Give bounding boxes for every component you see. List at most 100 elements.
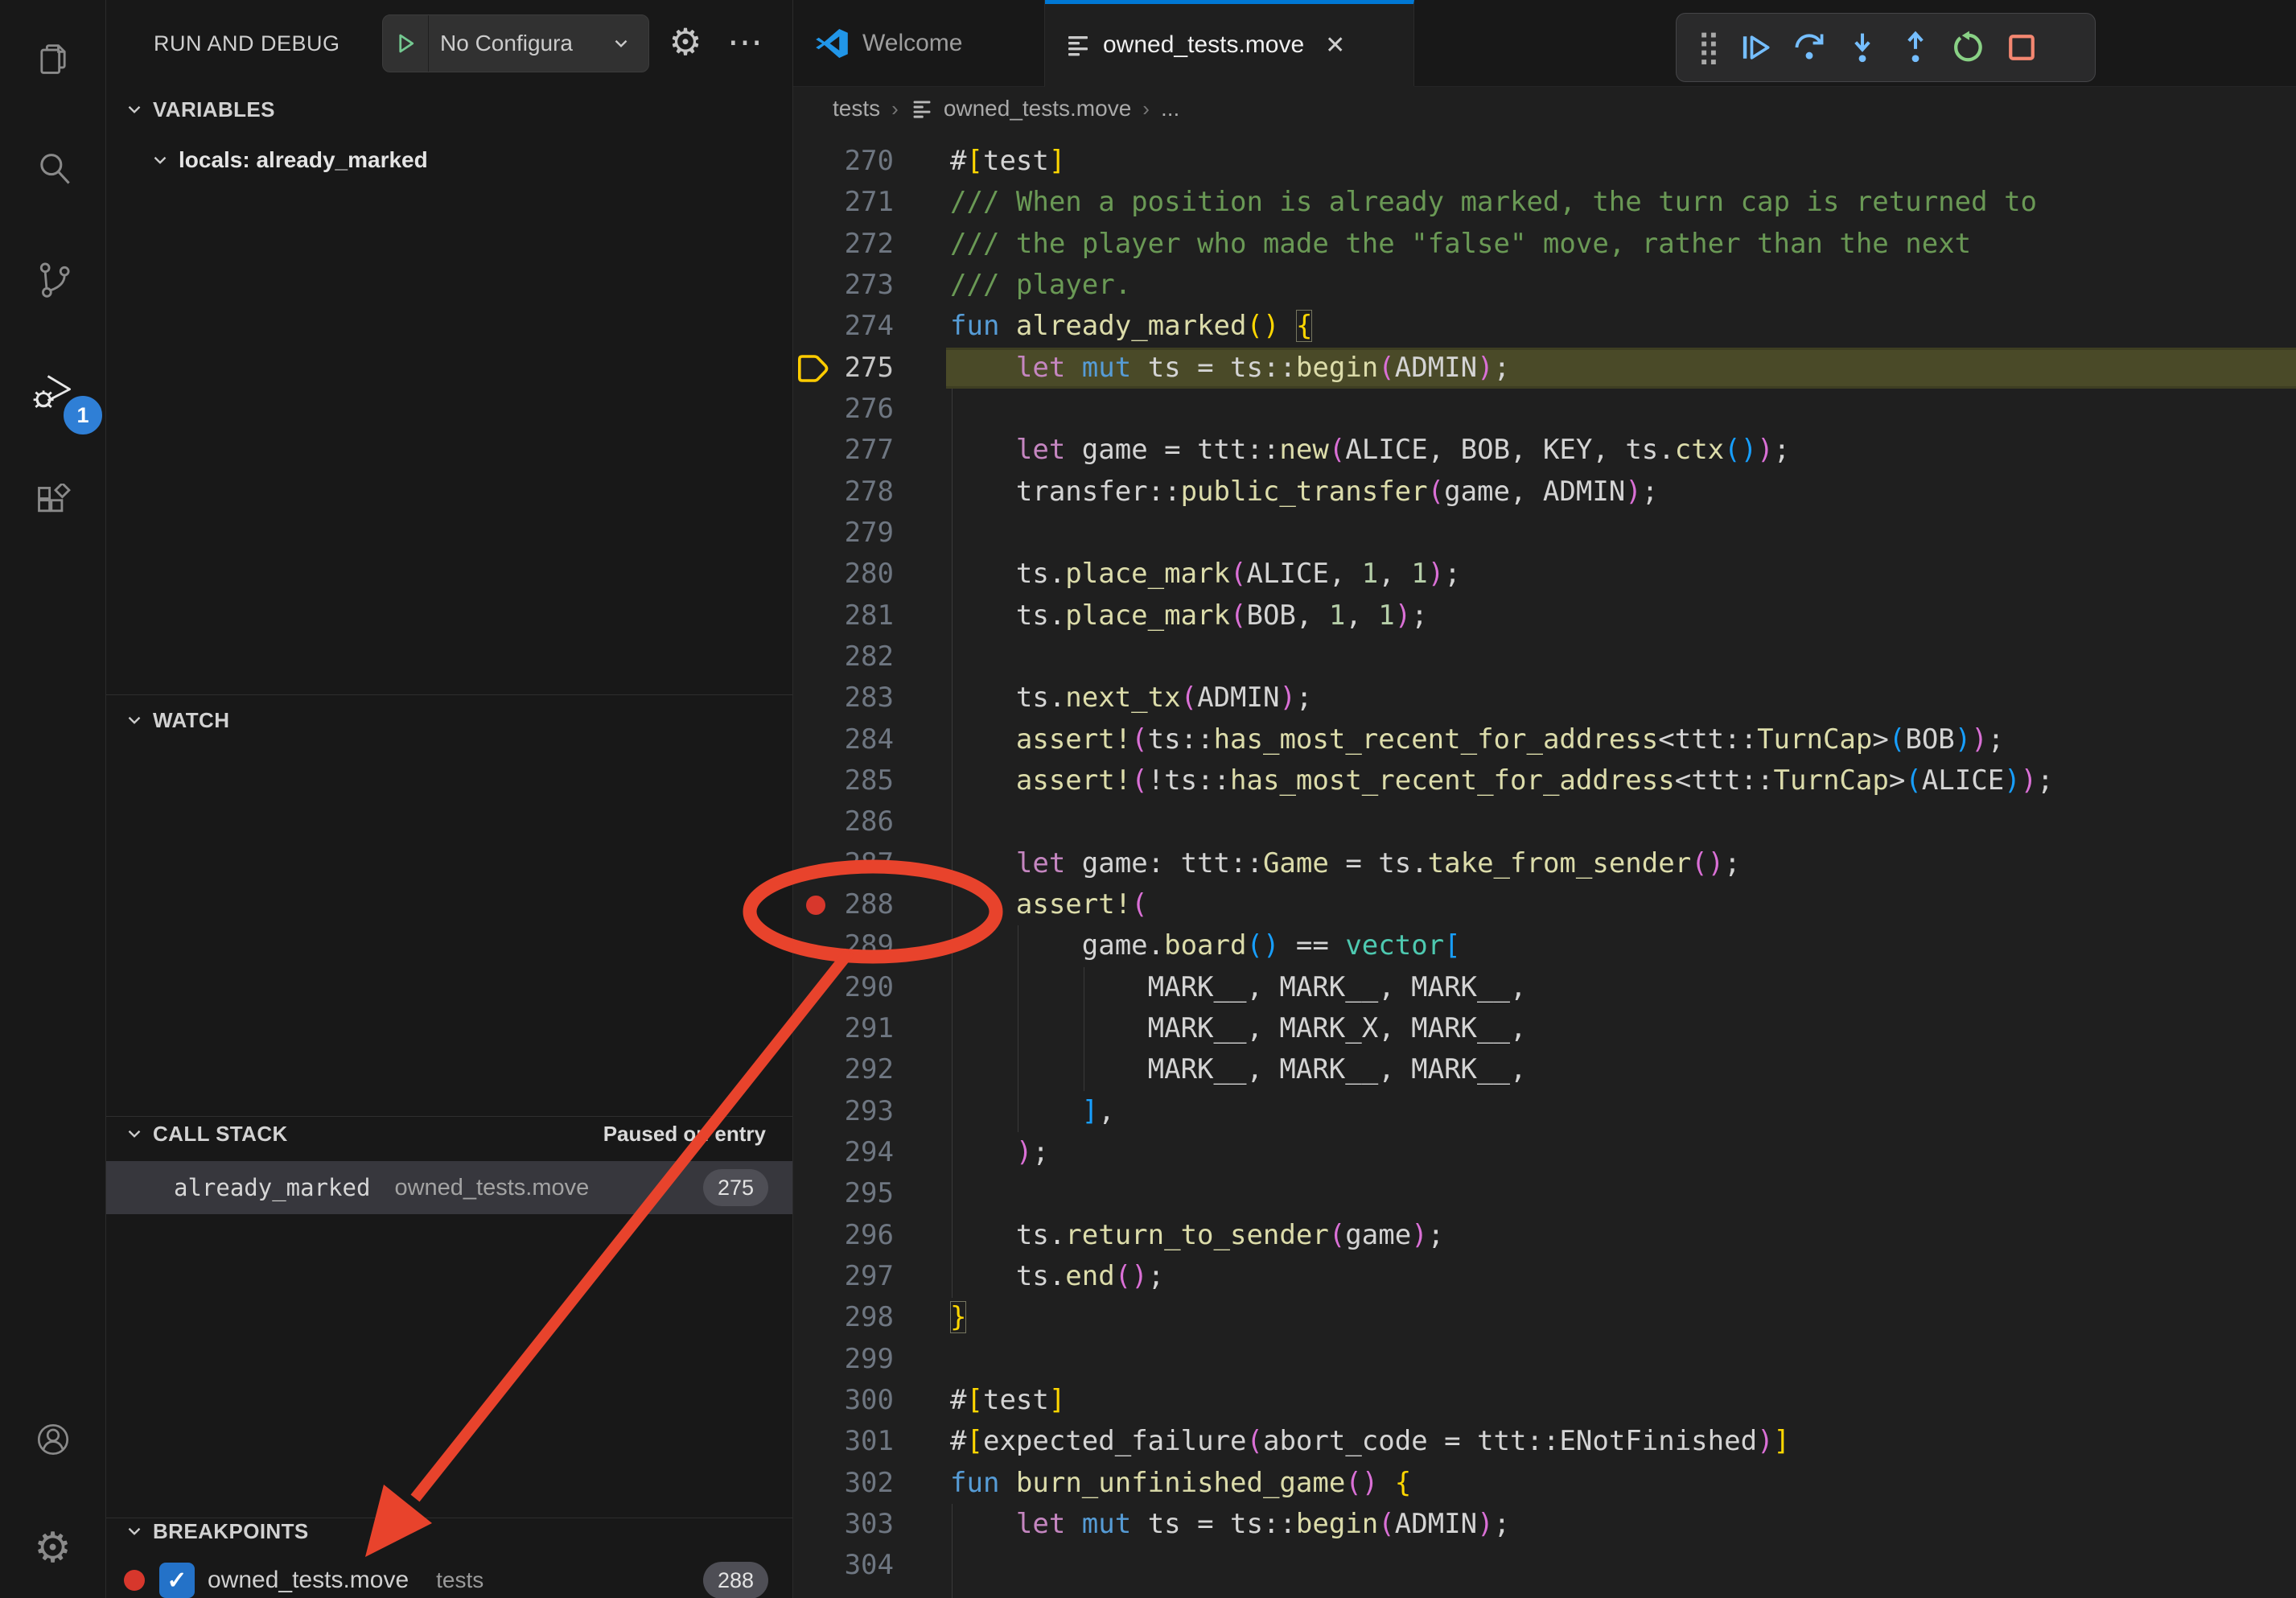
gutter[interactable]: 297: [793, 1256, 946, 1297]
code-line-287[interactable]: 287 let game: ttt::Game = ts.take_from_s…: [793, 843, 2296, 884]
gutter[interactable]: 286: [793, 801, 946, 842]
code-line-301[interactable]: 301#[expected_failure(abort_code = ttt::…: [793, 1421, 2296, 1462]
gutter[interactable]: 277: [793, 430, 946, 471]
step-into-button[interactable]: [1836, 19, 1889, 76]
code-text[interactable]: let game = ttt::new(ALICE, BOB, KEY, ts.…: [946, 430, 2296, 471]
gutter[interactable]: 300: [793, 1380, 946, 1421]
code-line-288[interactable]: 288 assert!(: [793, 884, 2296, 925]
breakpoints-section-header[interactable]: BREAKPOINTS: [106, 1508, 792, 1555]
code-text[interactable]: }: [946, 1297, 2296, 1338]
tab-owned-tests-move[interactable]: owned_tests.move ✕: [1045, 0, 1414, 86]
close-icon[interactable]: ✕: [1325, 31, 1345, 60]
code-line-290[interactable]: 290 MARK__, MARK__, MARK__,: [793, 967, 2296, 1008]
code-line-299[interactable]: 299: [793, 1339, 2296, 1380]
gutter[interactable]: 275: [793, 348, 946, 389]
code-line-272[interactable]: 272/// the player who made the "false" m…: [793, 224, 2296, 265]
code-line-284[interactable]: 284 assert!(ts::has_most_recent_for_addr…: [793, 719, 2296, 760]
code-text[interactable]: ts.place_mark(ALICE, 1, 1);: [946, 554, 2296, 595]
gutter[interactable]: 296: [793, 1215, 946, 1256]
gutter[interactable]: 299: [793, 1339, 946, 1380]
code-line-275[interactable]: 275 let mut ts = ts::begin(ADMIN);: [793, 348, 2296, 389]
gutter[interactable]: 293: [793, 1091, 946, 1132]
gutter[interactable]: 295: [793, 1173, 946, 1214]
code-text[interactable]: MARK__, MARK__, MARK__,: [946, 1049, 2296, 1090]
code-line-295[interactable]: 295: [793, 1173, 2296, 1214]
gutter[interactable]: 281: [793, 595, 946, 636]
step-over-button[interactable]: [1783, 19, 1836, 76]
code-line-303[interactable]: 303 let mut ts = ts::begin(ADMIN);: [793, 1504, 2296, 1545]
code-text[interactable]: [946, 389, 2296, 430]
gutter[interactable]: 298: [793, 1297, 946, 1338]
launch-configuration-button[interactable]: No Configura: [382, 14, 649, 72]
breadcrumb-item-tests[interactable]: tests: [833, 96, 880, 121]
call-stack-section-header[interactable]: CALL STACK Paused on entry: [106, 1110, 792, 1157]
configuration-dropdown[interactable]: No Configura: [429, 31, 609, 56]
code-line-289[interactable]: 289 game.board() == vector[: [793, 925, 2296, 966]
code-line-294[interactable]: 294 );: [793, 1132, 2296, 1173]
code-line-298[interactable]: 298}: [793, 1297, 2296, 1338]
code-line-279[interactable]: 279: [793, 513, 2296, 554]
gutter[interactable]: 288: [793, 884, 946, 925]
code-text[interactable]: /// When a position is already marked, t…: [946, 182, 2296, 223]
gutter[interactable]: 283: [793, 678, 946, 719]
code-text[interactable]: fun burn_unfinished_game() {: [946, 1463, 2296, 1504]
gutter[interactable]: 276: [793, 389, 946, 430]
breadcrumb-item-file[interactable]: owned_tests.move: [944, 96, 1131, 121]
step-out-button[interactable]: [1889, 19, 1942, 76]
code-line-282[interactable]: 282: [793, 636, 2296, 678]
variables-locals-row[interactable]: locals: already_marked: [106, 137, 792, 183]
code-area[interactable]: 270#[test]271/// When a position is alre…: [793, 141, 2296, 1586]
gutter[interactable]: 291: [793, 1008, 946, 1049]
code-text[interactable]: [946, 1339, 2296, 1380]
code-text[interactable]: fun already_marked() {: [946, 306, 2296, 347]
variables-section-header[interactable]: VARIABLES: [106, 86, 792, 133]
code-text[interactable]: MARK__, MARK_X, MARK__,: [946, 1008, 2296, 1049]
code-line-293[interactable]: 293 ],: [793, 1091, 2296, 1132]
code-text[interactable]: let mut ts = ts::begin(ADMIN);: [946, 348, 2296, 389]
gutter[interactable]: 301: [793, 1421, 946, 1462]
settings-gear-icon[interactable]: ⚙: [0, 1509, 105, 1587]
start-debugging-button[interactable]: [383, 15, 429, 72]
gutter[interactable]: 282: [793, 636, 946, 678]
source-control-icon[interactable]: [0, 241, 105, 318]
code-text[interactable]: #[expected_failure(abort_code = ttt::ENo…: [946, 1421, 2296, 1462]
code-text[interactable]: [946, 1545, 2296, 1586]
code-text[interactable]: transfer::public_transfer(game, ADMIN);: [946, 472, 2296, 513]
gutter[interactable]: 287: [793, 843, 946, 884]
code-line-273[interactable]: 273/// player.: [793, 265, 2296, 306]
gutter[interactable]: 303: [793, 1504, 946, 1545]
code-line-271[interactable]: 271/// When a position is already marked…: [793, 182, 2296, 223]
code-text[interactable]: [946, 636, 2296, 678]
code-text[interactable]: let mut ts = ts::begin(ADMIN);: [946, 1504, 2296, 1545]
ellipsis-icon[interactable]: ⋯: [718, 11, 774, 72]
gutter[interactable]: 284: [793, 719, 946, 760]
code-text[interactable]: assert!(ts::has_most_recent_for_address<…: [946, 719, 2296, 760]
code-text[interactable]: );: [946, 1132, 2296, 1173]
gear-icon[interactable]: ⚙: [660, 11, 711, 72]
breakpoint-dot-icon[interactable]: [806, 896, 825, 915]
code-text[interactable]: [946, 801, 2296, 842]
code-line-277[interactable]: 277 let game = ttt::new(ALICE, BOB, KEY,…: [793, 430, 2296, 471]
gutter[interactable]: 292: [793, 1049, 946, 1090]
code-text[interactable]: game.board() == vector[: [946, 925, 2296, 966]
gutter[interactable]: 289: [793, 925, 946, 966]
gutter[interactable]: 304: [793, 1545, 946, 1586]
stop-button[interactable]: [1995, 19, 2048, 76]
code-line-300[interactable]: 300#[test]: [793, 1380, 2296, 1421]
gutter[interactable]: 271: [793, 182, 946, 223]
gutter[interactable]: 290: [793, 967, 946, 1008]
restart-button[interactable]: [1942, 19, 1995, 76]
account-icon[interactable]: [0, 1401, 105, 1478]
code-text[interactable]: #[test]: [946, 1380, 2296, 1421]
watch-section-header[interactable]: WATCH: [106, 697, 792, 743]
code-text[interactable]: ts.next_tx(ADMIN);: [946, 678, 2296, 719]
gutter[interactable]: 272: [793, 224, 946, 265]
code-text[interactable]: assert!(: [946, 884, 2296, 925]
code-text[interactable]: /// player.: [946, 265, 2296, 306]
code-line-302[interactable]: 302fun burn_unfinished_game() {: [793, 1463, 2296, 1504]
gutter[interactable]: 285: [793, 760, 946, 801]
code-line-278[interactable]: 278 transfer::public_transfer(game, ADMI…: [793, 472, 2296, 513]
code-line-291[interactable]: 291 MARK__, MARK_X, MARK__,: [793, 1008, 2296, 1049]
extensions-icon[interactable]: [0, 464, 105, 542]
code-line-286[interactable]: 286: [793, 801, 2296, 842]
